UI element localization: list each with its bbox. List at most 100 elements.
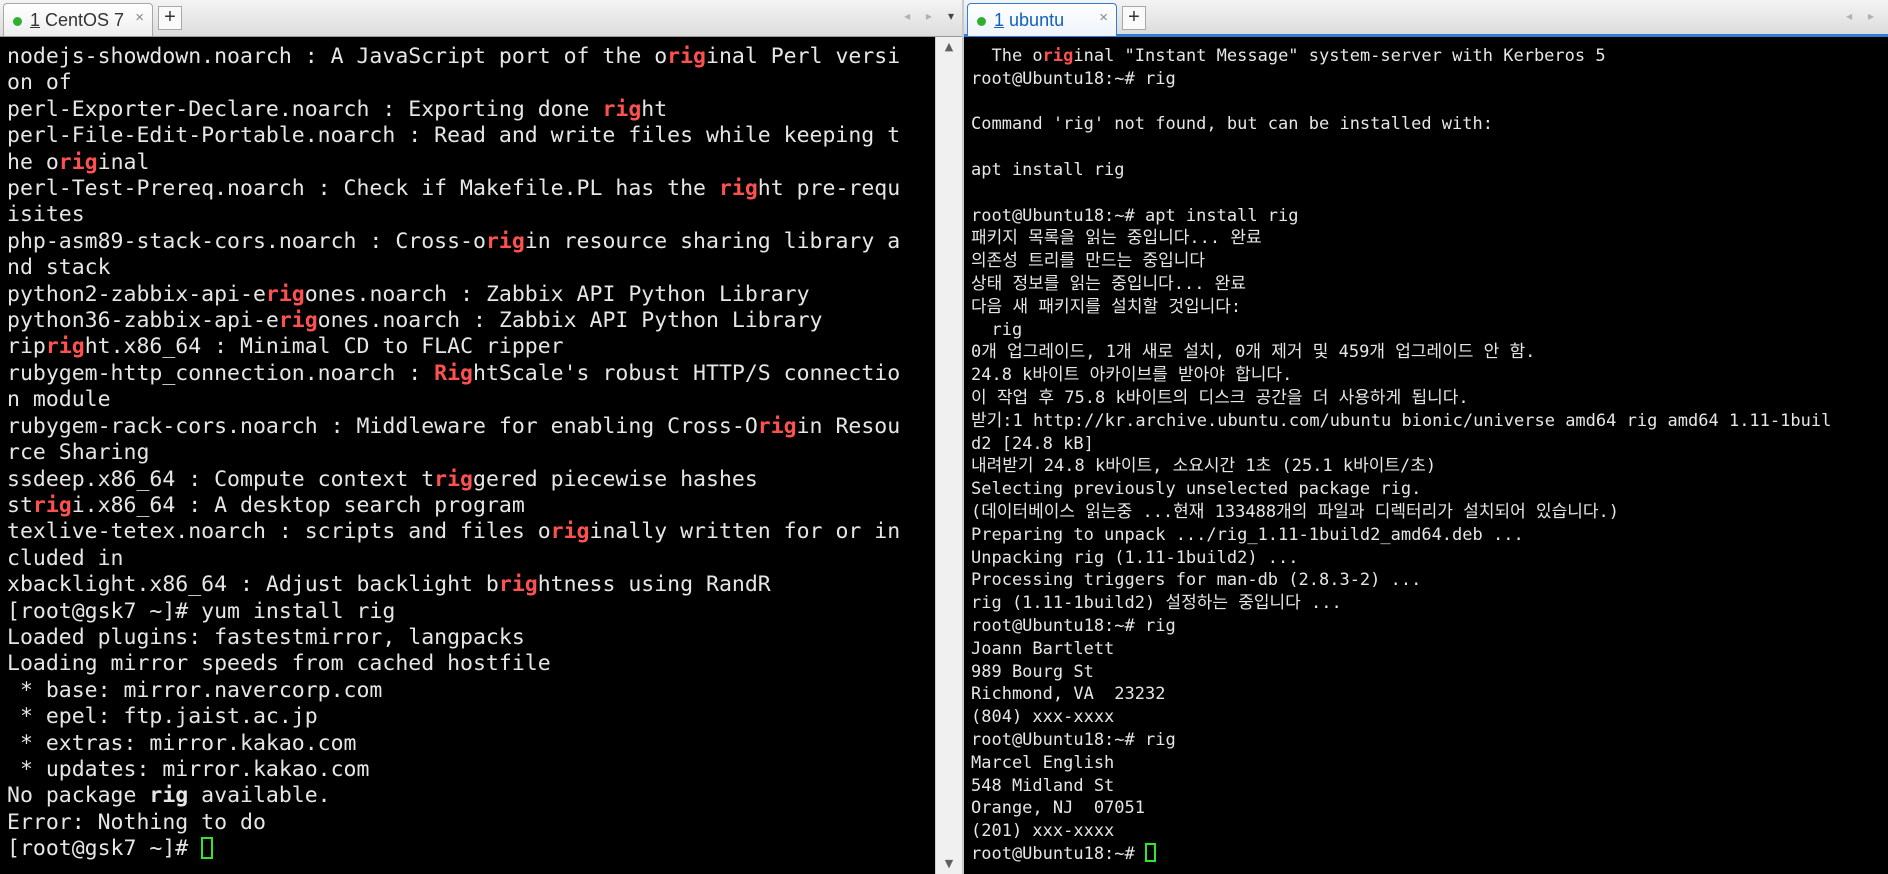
search-match-highlight: rig	[718, 176, 758, 202]
terminal-text: 0개 업그레이드, 1개 새로 설치, 0개 제거 및 459개 업그레이드 안…	[971, 342, 1536, 363]
terminal-text: 내려받기 24.8 k바이트, 소요시간 1초 (25.1 k바이트/초)	[971, 456, 1437, 477]
terminal-text: ht	[641, 96, 668, 122]
terminal-line: cluded in	[7, 546, 900, 572]
terminal-line: 989 Bourg St	[971, 661, 1831, 684]
tab-label: 1 CentOS 7	[30, 10, 125, 30]
new-tab-button[interactable]: +	[158, 6, 182, 30]
terminal-line: d2 [24.8 kB]	[971, 433, 1831, 456]
terminal-text: ht.x86_64 : Minimal CD to FLAC ripper	[84, 334, 564, 360]
terminal-text: Selecting previously unselected package …	[971, 479, 1422, 500]
terminal-line	[971, 136, 1831, 159]
terminal-text: [root@gsk7 ~]#	[7, 836, 202, 862]
terminal-text: root@Ubuntu18:~# rig	[971, 729, 1176, 750]
terminal-text: python36-zabbix-api-e	[7, 308, 279, 334]
terminal-line: Orange, NJ 07051	[971, 797, 1831, 820]
terminal-text: * updates: mirror.kakao.com	[7, 756, 370, 782]
terminal-text: gered piecewise hashes	[473, 466, 758, 492]
terminal-line: The original "Instant Message" system-se…	[971, 45, 1831, 68]
terminal-text: rubygem-http_connection.noarch :	[7, 360, 435, 386]
terminal-text: in Resou	[796, 413, 901, 439]
terminal-text: php-asm89-stack-cors.noarch : Cross-o	[7, 228, 486, 254]
terminal-text: (804) xxx-xxxx	[971, 707, 1115, 728]
search-match-highlight: rig	[32, 492, 72, 518]
new-tab-button[interactable]: +	[1122, 6, 1146, 30]
terminal-line: apt install rig	[971, 159, 1831, 182]
terminal-text: htScale's robust HTTP/S connectio	[473, 360, 901, 386]
terminal-text: isites	[7, 202, 85, 228]
terminal-text: Preparing to unpack .../rig_1.11-1build2…	[971, 524, 1524, 545]
terminal-text: root@Ubuntu18:~# apt install rig	[971, 205, 1299, 226]
terminal-cursor	[201, 837, 214, 860]
tab-centos[interactable]: 1 CentOS 7 ×	[3, 3, 153, 36]
search-match-highlight: Rig	[434, 360, 473, 386]
terminal-text: htness using RandR	[537, 572, 771, 598]
terminal-text: perl-Test-Prereq.noarch : Check if Makef…	[7, 176, 719, 202]
tab-label: 1 ubuntu	[994, 10, 1065, 30]
terminal-text: he o	[7, 149, 59, 175]
terminal-line: root@Ubuntu18:~# rig	[971, 729, 1831, 752]
terminal-line: Error: Nothing to do	[7, 810, 900, 836]
terminal-line: strigi.x86_64 : A desktop search program	[7, 493, 900, 519]
ubuntu-terminal-pane[interactable]: 1 ubuntu × + ◂ ▸ The original "Instant M…	[962, 0, 1888, 874]
terminal-text: root@Ubuntu18:~#	[971, 843, 1145, 864]
terminal-line: Marcel English	[971, 752, 1831, 775]
terminal-text: (201) xxx-xxxx	[971, 821, 1115, 842]
terminal-text: perl-File-Edit-Portable.noarch : Read an…	[7, 123, 901, 149]
right-tab-bar: 1 ubuntu × + ◂ ▸	[964, 0, 1888, 37]
terminal-line: perl-Exporter-Declare.noarch : Exporting…	[7, 97, 900, 123]
terminal-line: root@Ubuntu18:~# apt install rig	[971, 205, 1831, 228]
terminal-text: Richmond, VA 23232	[971, 684, 1166, 705]
terminal-text: ones.noarch : Zabbix API Python Library	[304, 281, 810, 307]
search-match-highlight: rig	[602, 96, 642, 122]
terminal-output[interactable]: The original "Instant Message" system-se…	[971, 45, 1831, 866]
terminal-text: inal	[97, 149, 150, 175]
terminal-line: Loading mirror speeds from cached hostfi…	[7, 651, 900, 677]
tab-ubuntu[interactable]: 1 ubuntu ×	[967, 3, 1117, 36]
vertical-scrollbar[interactable]: ▲ ▼	[935, 37, 962, 874]
terminal-text: 패키지 목록을 읽는 중입니다... 완료	[971, 228, 1262, 249]
terminal-text: 이 작업 후 75.8 k바이트의 디스크 공간을 더 사용하게 됩니다.	[971, 387, 1469, 408]
search-match-highlight: rig	[550, 519, 590, 545]
terminal-text: nd stack	[7, 255, 111, 281]
terminal-text: Unpacking rig (1.11-1build2) ...	[971, 547, 1299, 568]
terminal-line: 의존성 트리를 만드는 중입니다	[971, 250, 1831, 273]
terminal-text: Loaded plugins: fastestmirror, langpacks	[7, 624, 525, 650]
terminal-line: Loaded plugins: fastestmirror, langpacks	[7, 625, 900, 651]
search-match-highlight: rig	[265, 281, 305, 307]
terminal-output[interactable]: nodejs-showdown.noarch : A JavaScript po…	[7, 44, 900, 863]
terminal-line: 상태 정보를 읽는 중입니다... 완료	[971, 273, 1831, 296]
terminal-text: xbacklight.x86_64 : Adjust backlight b	[7, 572, 499, 598]
terminal-line: ssdeep.x86_64 : Compute context triggere…	[7, 467, 900, 493]
terminal-line: rce Sharing	[7, 440, 900, 466]
terminal-text: available.	[188, 783, 331, 809]
tab-menu-icon[interactable]: ▾	[948, 9, 954, 23]
search-match-highlight: rig	[278, 308, 318, 334]
terminal-text: n module	[7, 387, 111, 413]
terminal-line: n module	[7, 387, 900, 413]
terminal-line: 24.8 k바이트 아카이브를 받아야 합니다.	[971, 364, 1831, 387]
terminal-text: 24.8 k바이트 아카이브를 받아야 합니다.	[971, 365, 1293, 386]
terminal-text: inal Perl versi	[706, 44, 901, 69]
terminal-line: Joann Bartlett	[971, 638, 1831, 661]
terminal-text: rce Sharing	[7, 440, 150, 466]
terminal-text: on of	[7, 70, 72, 96]
tab-scroll-arrows-icon[interactable]: ◂ ▸ ▾	[904, 9, 954, 23]
search-match-highlight: rig	[498, 572, 538, 598]
terminal-text: The o	[971, 46, 1043, 66]
scroll-down-icon[interactable]: ▼	[936, 854, 962, 874]
terminal-text: ones.noarch : Zabbix API Python Library	[317, 308, 823, 334]
close-tab-icon[interactable]: ×	[135, 9, 144, 26]
terminal-line: [root@gsk7 ~]#	[7, 836, 900, 862]
centos-terminal-pane[interactable]: 1 CentOS 7 × + ◂ ▸ ▾ nodejs-showdown.noar…	[0, 0, 962, 874]
terminal-text: rip	[7, 334, 46, 360]
scroll-up-icon[interactable]: ▲	[936, 37, 962, 57]
terminal-text: root@Ubuntu18:~# rig	[971, 68, 1176, 89]
terminal-line: (804) xxx-xxxx	[971, 706, 1831, 729]
tab-scroll-arrows-icon[interactable]: ◂ ▸	[1846, 9, 1880, 23]
close-tab-icon[interactable]: ×	[1099, 9, 1108, 26]
terminal-line: on of	[7, 70, 900, 96]
terminal-text: Processing triggers for man-db (2.8.3-2)…	[971, 570, 1422, 591]
terminal-text: python2-zabbix-api-e	[7, 281, 266, 307]
bold-text: rig	[149, 783, 189, 809]
